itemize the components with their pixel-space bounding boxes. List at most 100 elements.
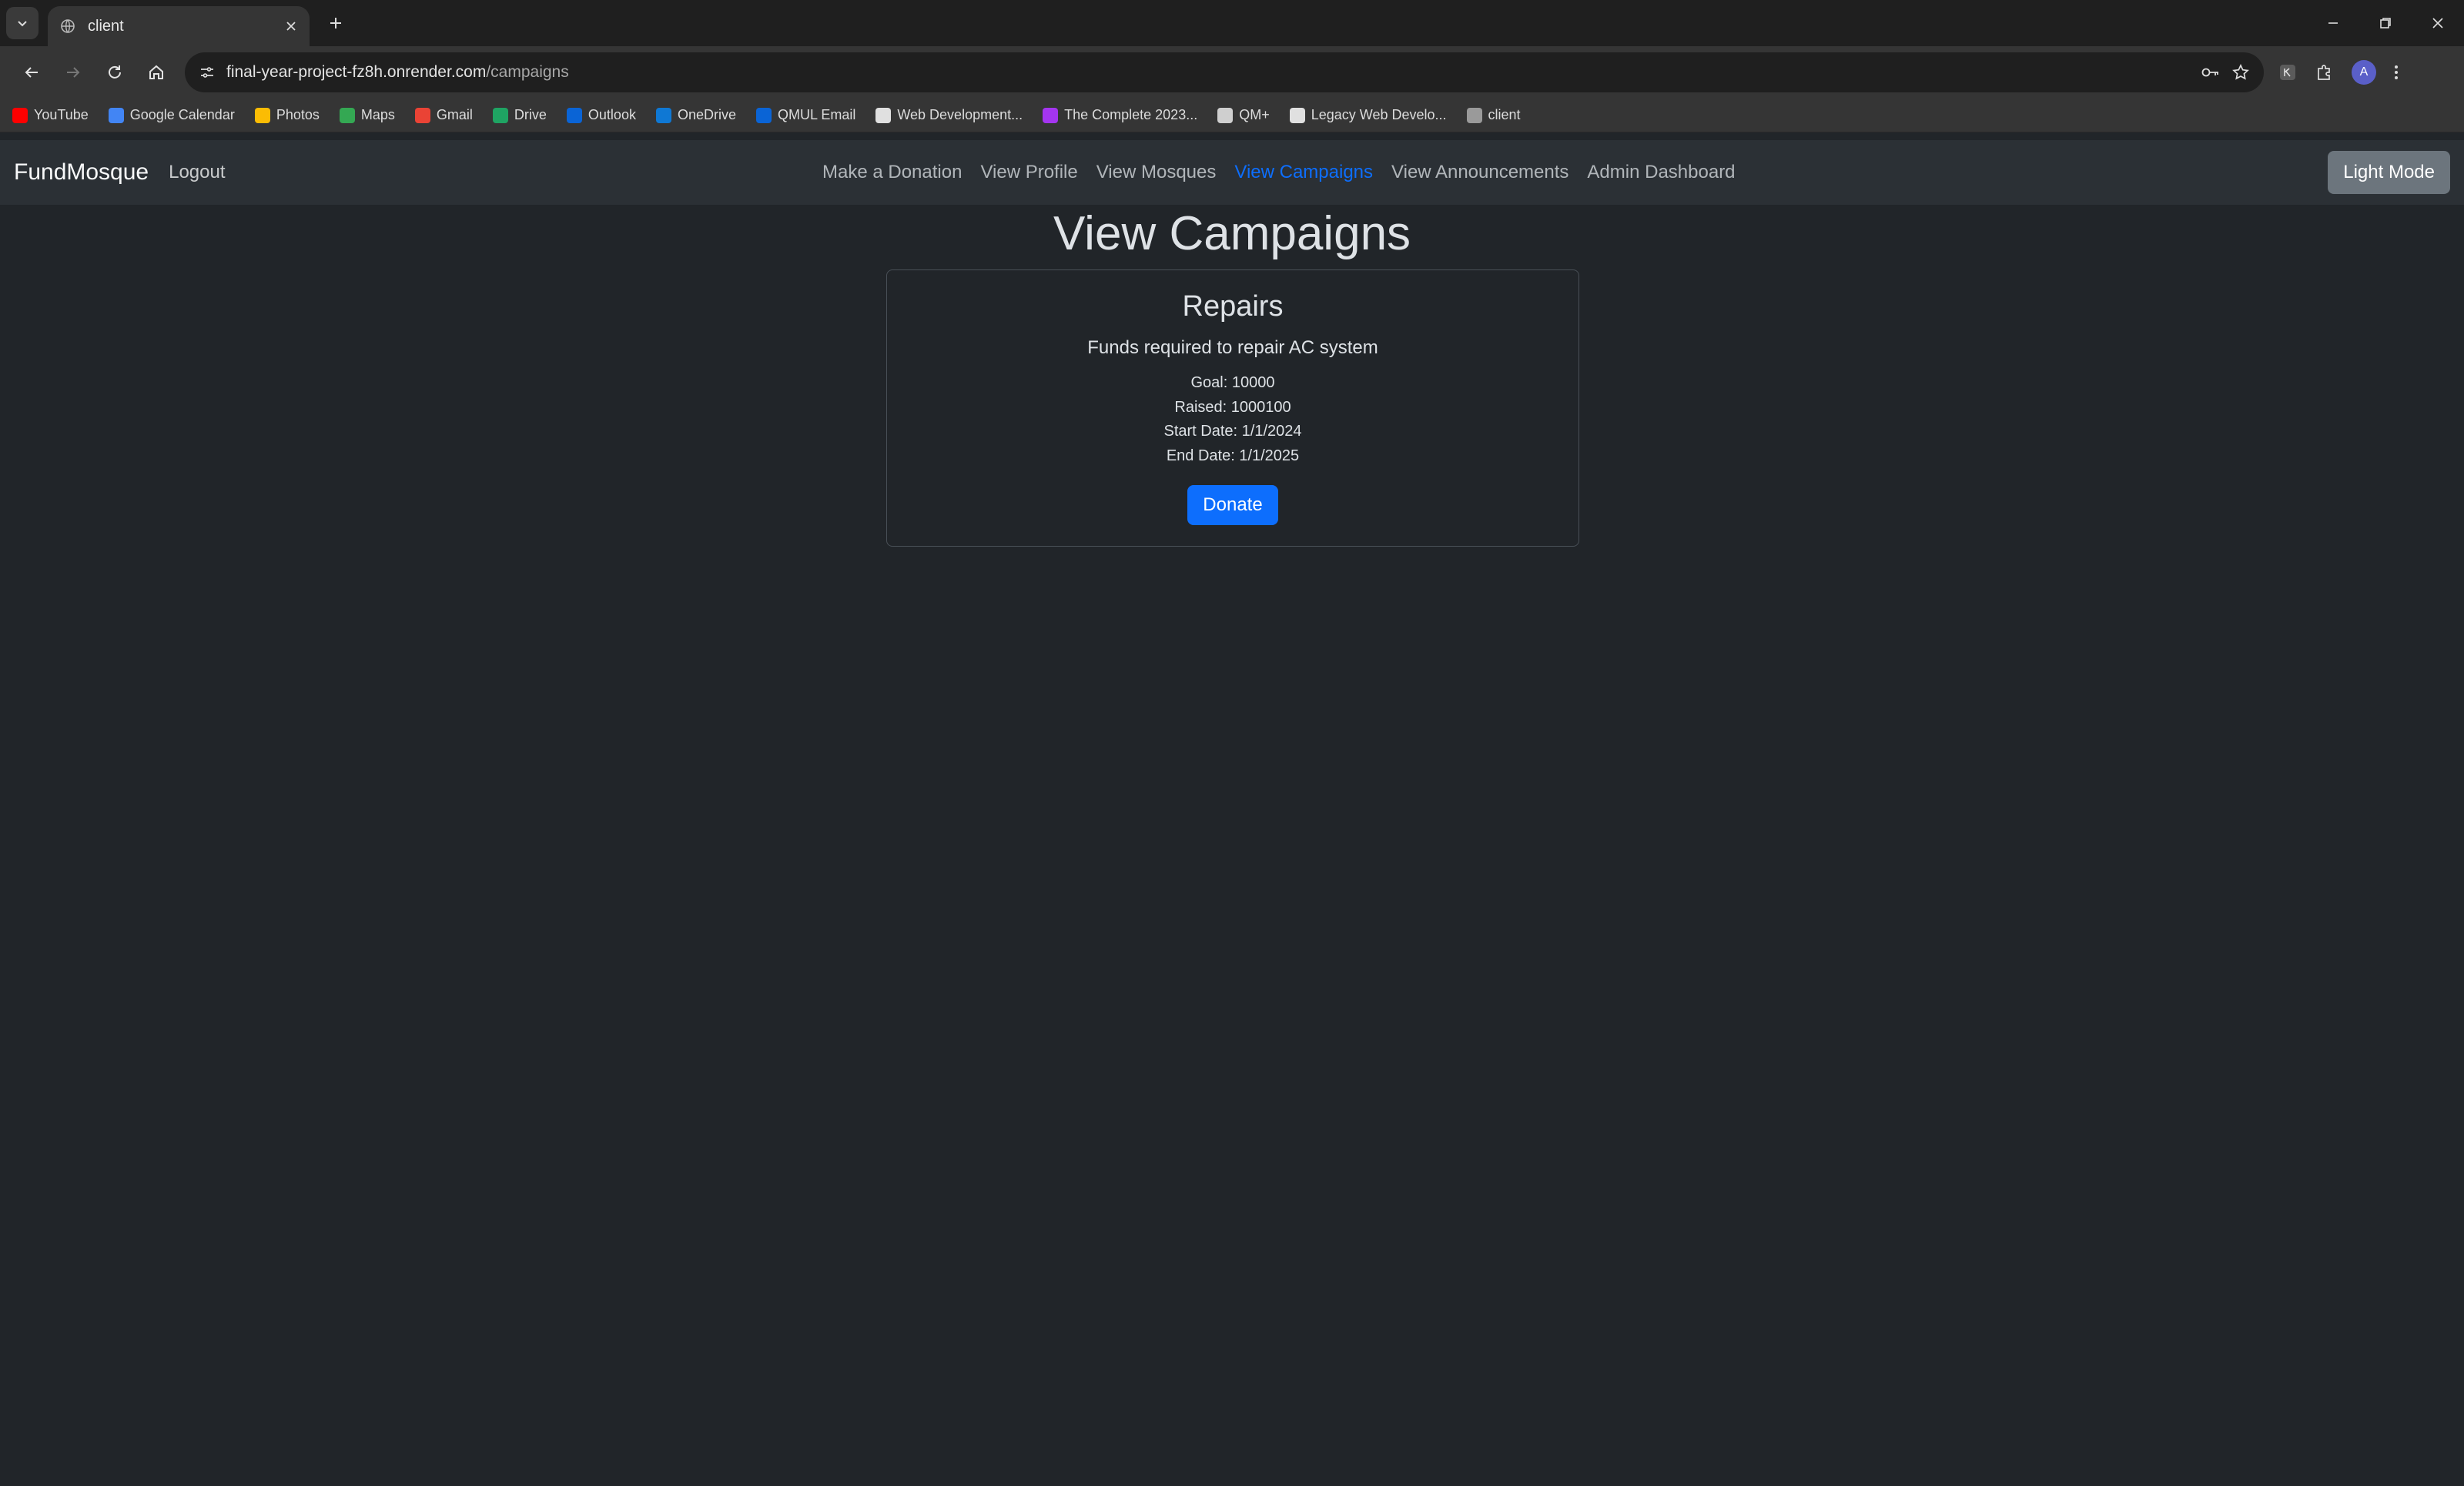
home-button[interactable] bbox=[136, 52, 177, 93]
campaign-raised: Raised: 1000100 bbox=[1174, 398, 1291, 416]
bookmark-item[interactable]: Maps bbox=[339, 107, 395, 123]
bookmark-favicon-icon bbox=[12, 107, 28, 123]
nav-links: Make a Donation View Profile View Mosque… bbox=[822, 140, 1736, 205]
bookmark-favicon-icon bbox=[1217, 107, 1234, 123]
home-icon bbox=[149, 65, 163, 79]
arrow-right-icon bbox=[67, 67, 80, 78]
toolbar-right: A bbox=[2278, 60, 2399, 85]
site-settings-icon[interactable] bbox=[199, 64, 216, 81]
key-icon[interactable] bbox=[2201, 64, 2221, 81]
bookmark-favicon-icon bbox=[339, 107, 355, 123]
forward-button[interactable] bbox=[52, 52, 94, 93]
campaign-card: Repairs Funds required to repair AC syst… bbox=[886, 269, 1579, 547]
new-tab-button[interactable] bbox=[320, 8, 351, 38]
bookmark-favicon-icon bbox=[566, 107, 582, 123]
reload-button[interactable] bbox=[94, 52, 136, 93]
bookmark-item[interactable]: OneDrive bbox=[655, 107, 736, 123]
nav-view-mosques[interactable]: View Mosques bbox=[1096, 162, 1217, 183]
close-window-button[interactable] bbox=[2412, 0, 2464, 46]
url-text: final-year-project-fz8h.onrender.com/cam… bbox=[226, 63, 2190, 82]
more-menu-icon[interactable] bbox=[2393, 62, 2399, 82]
bookmark-item[interactable]: Drive bbox=[492, 107, 547, 123]
nav-view-profile[interactable]: View Profile bbox=[980, 162, 1077, 183]
arrow-left-icon bbox=[25, 67, 38, 78]
bookmark-favicon-icon bbox=[492, 107, 508, 123]
avatar[interactable]: A bbox=[2352, 60, 2376, 85]
bookmarks-bar: YouTube Google Calendar Photos Maps Gmail Dri… bbox=[0, 99, 2464, 132]
globe-icon bbox=[61, 19, 75, 33]
url-path: /campaigns bbox=[486, 63, 569, 81]
bookmark-favicon-icon bbox=[756, 107, 772, 123]
close-icon bbox=[2432, 18, 2443, 28]
bookmark-label: The Complete 2023... bbox=[1064, 107, 1198, 122]
bookmark-item[interactable]: Gmail bbox=[414, 107, 473, 123]
bookmark-item[interactable]: Legacy Web Develo... bbox=[1289, 107, 1447, 123]
browser-tab[interactable]: client bbox=[48, 6, 310, 46]
browser-tabstrip: client bbox=[0, 0, 2464, 46]
bookmark-favicon-icon bbox=[108, 107, 124, 123]
nav-view-campaigns[interactable]: View Campaigns bbox=[1234, 162, 1373, 183]
extension-icon[interactable] bbox=[2278, 62, 2298, 82]
nav-admin-dashboard[interactable]: Admin Dashboard bbox=[1587, 162, 1735, 183]
bookmark-label: QM+ bbox=[1239, 107, 1270, 122]
bookmark-label: Maps bbox=[360, 107, 395, 122]
bookmark-favicon-icon bbox=[655, 107, 671, 123]
bookmark-favicon-icon bbox=[1289, 107, 1305, 123]
bookmark-label: OneDrive bbox=[677, 107, 736, 122]
bookmark-label: Google Calendar bbox=[129, 107, 235, 122]
tab-list-button[interactable] bbox=[6, 7, 38, 39]
nav-view-announcements[interactable]: View Announcements bbox=[1391, 162, 1568, 183]
reload-icon bbox=[109, 65, 121, 79]
campaign-goal: Goal: 10000 bbox=[1190, 374, 1275, 391]
bookmark-label: Photos bbox=[276, 107, 320, 122]
puzzle-icon[interactable] bbox=[2315, 62, 2335, 82]
campaign-description: Funds required to repair AC system bbox=[1087, 337, 1378, 358]
bookmark-item[interactable]: Photos bbox=[254, 107, 320, 123]
brand-link[interactable]: FundMosque bbox=[14, 159, 149, 186]
bookmark-item[interactable]: QM+ bbox=[1217, 107, 1270, 123]
bookmark-label: Legacy Web Develo... bbox=[1311, 107, 1447, 122]
bookmark-item[interactable]: Web Development... bbox=[875, 107, 1023, 123]
avatar-initial: A bbox=[2359, 65, 2369, 79]
bookmark-item[interactable]: client bbox=[1466, 107, 1521, 123]
minimize-button[interactable] bbox=[2307, 0, 2359, 46]
campaign-start-date: Start Date: 1/1/2024 bbox=[1163, 423, 1302, 440]
close-icon[interactable] bbox=[285, 20, 297, 32]
back-button[interactable] bbox=[11, 52, 52, 93]
bookmark-label: client bbox=[1488, 107, 1521, 122]
bookmark-item[interactable]: YouTube bbox=[12, 107, 89, 123]
bookmark-label: Web Development... bbox=[897, 107, 1023, 122]
star-icon[interactable] bbox=[2231, 63, 2250, 82]
bookmark-favicon-icon bbox=[414, 107, 430, 123]
bookmark-label: Drive bbox=[514, 107, 547, 122]
light-mode-button[interactable]: Light Mode bbox=[2328, 151, 2450, 194]
bookmark-item[interactable]: Google Calendar bbox=[108, 107, 235, 123]
bookmark-item[interactable]: QMUL Email bbox=[756, 107, 855, 123]
chevron-down-icon bbox=[18, 21, 27, 27]
restore-icon bbox=[2380, 18, 2391, 28]
page-title: View Campaigns bbox=[1053, 207, 1411, 260]
campaign-name: Repairs bbox=[1182, 290, 1284, 323]
minimize-icon bbox=[2328, 22, 2338, 24]
bookmark-label: Gmail bbox=[436, 107, 473, 122]
bookmark-item[interactable]: The Complete 2023... bbox=[1043, 107, 1197, 123]
bookmark-favicon-icon bbox=[1043, 107, 1059, 123]
nav-make-donation[interactable]: Make a Donation bbox=[822, 162, 962, 183]
address-bar[interactable]: final-year-project-fz8h.onrender.com/cam… bbox=[185, 52, 2264, 92]
donate-button[interactable]: Donate bbox=[1187, 485, 1278, 525]
logout-link[interactable]: Logout bbox=[169, 162, 225, 183]
campaign-end-date: End Date: 1/1/2025 bbox=[1166, 447, 1300, 464]
bookmark-favicon-icon bbox=[875, 107, 892, 123]
bookmark-label: QMUL Email bbox=[778, 107, 856, 122]
app-navbar: FundMosque Logout Make a Donation View P… bbox=[0, 140, 2464, 205]
plus-icon bbox=[330, 18, 341, 28]
window-controls bbox=[2307, 0, 2464, 46]
bookmark-label: Outlook bbox=[588, 107, 636, 122]
restore-button[interactable] bbox=[2359, 0, 2412, 46]
browser-toolbar: final-year-project-fz8h.onrender.com/cam… bbox=[0, 46, 2464, 99]
bookmark-item[interactable]: Outlook bbox=[566, 107, 636, 123]
url-host: final-year-project-fz8h.onrender.com bbox=[226, 63, 487, 81]
bookmark-label: YouTube bbox=[34, 107, 89, 122]
bookmark-favicon-icon bbox=[254, 107, 270, 123]
bookmark-favicon-icon bbox=[1466, 107, 1482, 123]
